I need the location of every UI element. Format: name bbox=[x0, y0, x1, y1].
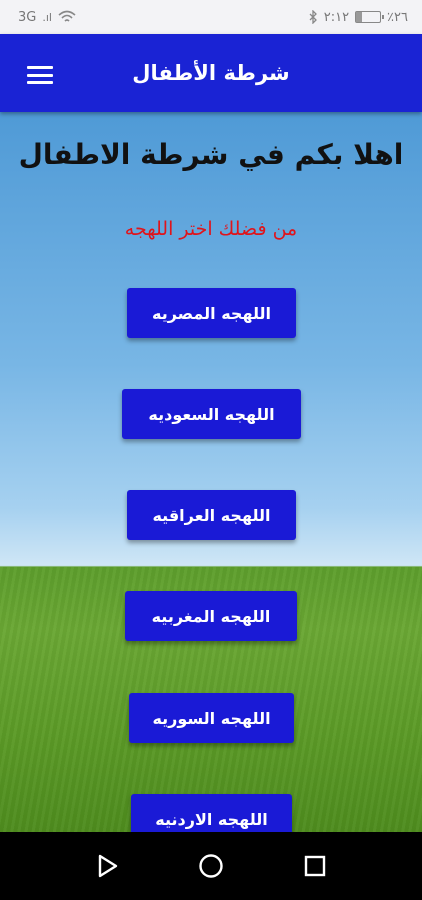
egyptian-dialect-button[interactable]: اللهجه المصريه bbox=[127, 288, 296, 338]
clock: ٢:١٢ bbox=[323, 9, 350, 25]
battery-fill bbox=[356, 12, 363, 22]
wifi-icon bbox=[58, 10, 76, 22]
status-left: 3G .ıl bbox=[18, 10, 76, 25]
saudi-dialect-button[interactable]: اللهجه السعوديه bbox=[122, 389, 301, 439]
signal-bars: .ıl bbox=[42, 10, 52, 24]
back-triangle-icon[interactable] bbox=[92, 851, 122, 881]
bluetooth-icon bbox=[309, 10, 317, 24]
status-bar: 3G .ıl ٢:١٢ ٪٢٦ bbox=[0, 0, 422, 34]
status-right: ٢:١٢ ٪٢٦ bbox=[309, 10, 408, 25]
jordanian-dialect-button[interactable]: اللهجه الاردنيه bbox=[131, 794, 292, 832]
iraqi-dialect-button[interactable]: اللهجه العراقيه bbox=[127, 490, 296, 540]
app-bar: شرطة الأطفال bbox=[0, 34, 422, 112]
moroccan-dialect-button[interactable]: اللهجه المغربيه bbox=[125, 591, 297, 641]
battery-percent: ٪٢٦ bbox=[387, 9, 408, 25]
recents-square-icon[interactable] bbox=[300, 851, 330, 881]
navigation-bar bbox=[0, 832, 422, 900]
main-content[interactable]: اهلا بكم في شرطة الاطفال من فضلك اختر ال… bbox=[0, 112, 422, 832]
home-circle-icon[interactable] bbox=[196, 851, 226, 881]
syrian-dialect-button[interactable]: اللهجه السوريه bbox=[129, 693, 294, 743]
network-type: 3G bbox=[18, 9, 37, 25]
hamburger-menu-icon[interactable] bbox=[27, 66, 53, 84]
welcome-heading: اهلا بكم في شرطة الاطفال bbox=[18, 138, 404, 171]
app-title: شرطة الأطفال bbox=[132, 61, 290, 85]
choose-dialect-prompt: من فضلك اختر اللهجه bbox=[124, 218, 298, 240]
battery-icon bbox=[355, 11, 385, 23]
